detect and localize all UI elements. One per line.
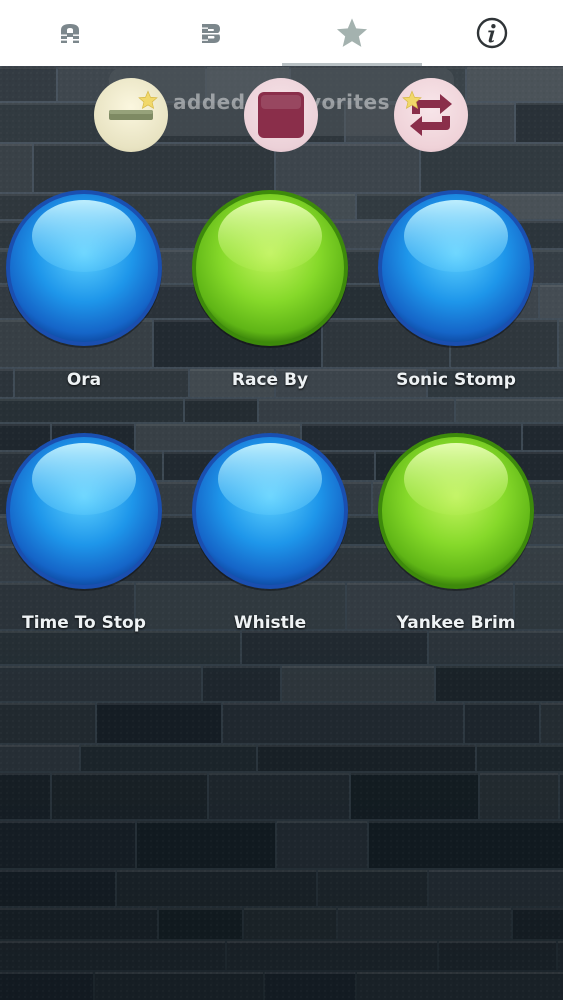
- sound-label: Yankee Brim: [396, 613, 516, 633]
- repeat-button[interactable]: [394, 78, 468, 152]
- active-tab-indicator: [282, 63, 422, 66]
- sound-button-time-to-stop[interactable]: Time To Stop: [0, 431, 177, 671]
- sound-button-yankee-brim[interactable]: Yankee Brim: [363, 431, 549, 671]
- green-ball-icon: [190, 188, 350, 348]
- volume-down-button[interactable]: [94, 78, 168, 152]
- letter-a-icon: [61, 24, 79, 43]
- star-icon: [336, 18, 368, 47]
- blue-ball-icon: [4, 431, 164, 591]
- sound-button-race-by[interactable]: Race By: [177, 188, 363, 428]
- sound-label: Sonic Stomp: [396, 370, 516, 390]
- sound-label: Ora: [66, 370, 102, 390]
- stop-icon: [258, 92, 304, 138]
- sound-label: Race By: [231, 370, 309, 390]
- tab-favorites[interactable]: [282, 0, 422, 66]
- tab-info[interactable]: [422, 0, 562, 66]
- minus-icon: [109, 110, 153, 120]
- tab-a[interactable]: [0, 0, 140, 66]
- tab-b[interactable]: [141, 0, 281, 66]
- star-icon: [402, 90, 422, 110]
- blue-ball-icon: [376, 188, 536, 348]
- tab-bar: [0, 0, 563, 66]
- green-ball-icon: [376, 431, 536, 591]
- sound-button-ora[interactable]: Ora: [0, 188, 177, 428]
- info-icon: [476, 17, 508, 49]
- sound-label: Whistle: [233, 613, 307, 633]
- sound-button-sonic-stomp[interactable]: Sonic Stomp: [363, 188, 549, 428]
- blue-ball-icon: [4, 188, 164, 348]
- star-icon: [138, 90, 158, 110]
- stop-button[interactable]: [244, 78, 318, 152]
- sound-button-whistle[interactable]: Whistle: [177, 431, 363, 671]
- blue-ball-icon: [190, 431, 350, 591]
- sound-label: Time To Stop: [22, 613, 146, 633]
- sound-board: added to favorites Ora Race By: [0, 66, 563, 1000]
- letter-b-icon: [202, 24, 220, 43]
